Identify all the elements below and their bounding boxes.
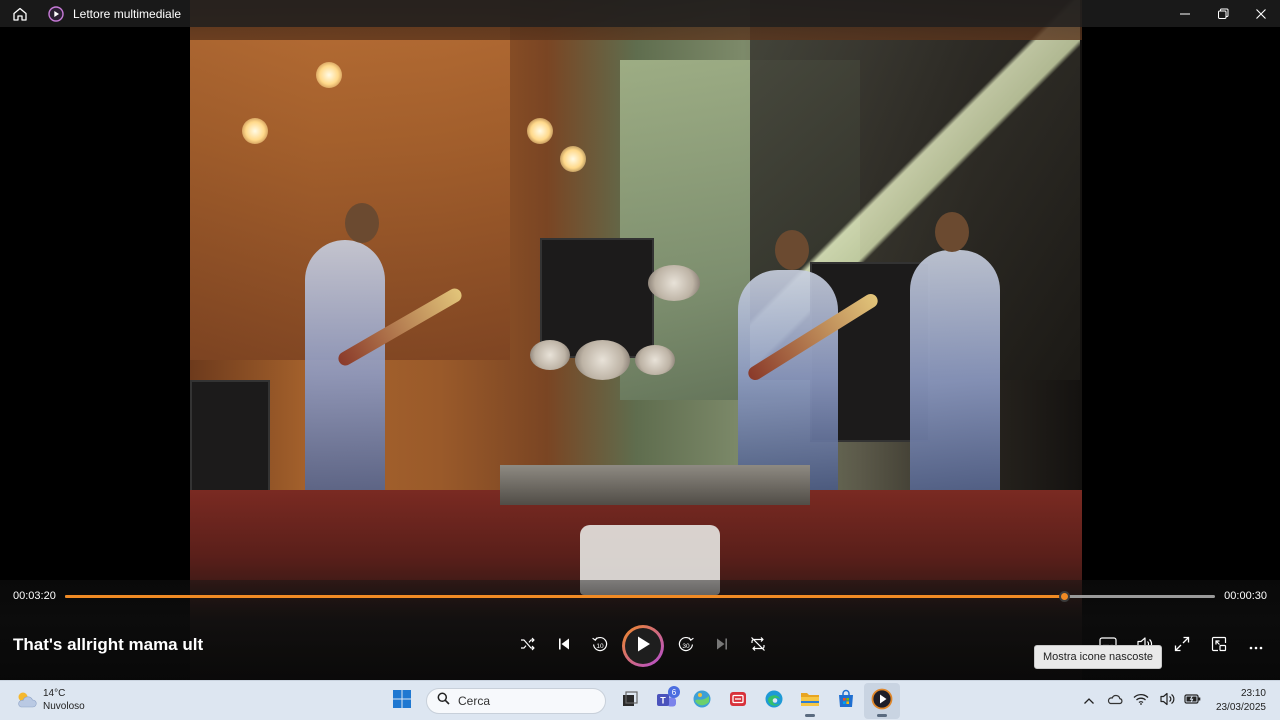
store-icon — [836, 689, 856, 714]
title-bar: Lettore multimediale — [0, 0, 1280, 27]
remaining-time[interactable]: 00:00:30 — [1224, 590, 1267, 602]
search-input[interactable] — [458, 694, 588, 708]
forward-30-icon: 30 — [677, 635, 695, 658]
weather-temp: 14°C — [43, 688, 66, 699]
close-button[interactable] — [1242, 0, 1280, 27]
active-indicator — [805, 714, 815, 717]
svg-text:30: 30 — [682, 643, 690, 650]
file-explorer-icon — [799, 689, 821, 714]
clock-date: 23/03/2025 — [1215, 702, 1266, 713]
search-icon — [437, 692, 450, 710]
onedrive-button[interactable] — [1102, 686, 1128, 716]
teams-button[interactable]: T 6 — [648, 683, 684, 719]
current-time: 00:03:20 — [13, 590, 56, 602]
clock-time: 23:10 — [1240, 688, 1266, 699]
next-button[interactable] — [704, 628, 740, 664]
tooltip: Mostra icone nascoste — [1034, 645, 1163, 669]
minimize-button[interactable] — [1166, 0, 1204, 27]
shuffle-icon — [520, 636, 536, 657]
news-icon — [728, 689, 748, 714]
speaker-icon — [1159, 692, 1175, 711]
media-player-icon — [871, 688, 893, 715]
taskbar-search[interactable] — [426, 688, 606, 714]
restore-button[interactable] — [1204, 0, 1242, 27]
fullscreen-icon — [1174, 636, 1190, 657]
next-icon — [714, 636, 730, 657]
previous-icon — [556, 636, 572, 657]
show-hidden-icons-button[interactable] — [1076, 686, 1102, 716]
media-title: That's allright mama ult — [13, 635, 204, 654]
svg-text:T: T — [660, 695, 666, 705]
system-tray: 23:10 23/03/2025 — [1076, 681, 1266, 720]
wifi-button[interactable] — [1128, 686, 1154, 716]
photos-icon — [692, 689, 712, 714]
miniplayer-button[interactable] — [1200, 628, 1237, 664]
taskbar-clock[interactable]: 23:10 23/03/2025 — [1216, 687, 1266, 715]
forward-30-button[interactable]: 30 — [668, 628, 704, 664]
svg-text:10: 10 — [596, 643, 604, 650]
onedrive-cloud-icon — [1107, 692, 1123, 710]
play-button[interactable] — [622, 625, 664, 667]
previous-button[interactable] — [546, 628, 582, 664]
file-explorer-button[interactable] — [792, 683, 828, 719]
play-icon — [635, 635, 651, 658]
weather-condition: Nuvoloso — [43, 701, 85, 712]
fullscreen-button[interactable] — [1163, 628, 1200, 664]
miniplayer-icon — [1211, 636, 1227, 657]
shuffle-button[interactable] — [510, 628, 546, 664]
edge-icon — [764, 689, 784, 714]
active-indicator — [877, 714, 887, 717]
chevron-up-icon — [1083, 692, 1095, 710]
media-player-app-icon — [48, 5, 64, 22]
rewind-10-icon: 10 — [591, 635, 609, 658]
battery-button[interactable] — [1180, 686, 1206, 716]
teams-badge: 6 — [668, 686, 680, 698]
taskbar-apps: T 6 — [384, 681, 900, 720]
cloudy-sun-icon — [14, 688, 38, 712]
video-surface[interactable] — [0, 0, 1280, 680]
home-icon[interactable] — [0, 0, 40, 27]
repeat-off-icon — [749, 635, 767, 658]
store-button[interactable] — [828, 683, 864, 719]
weather-widget[interactable]: 14°C Nuvoloso — [14, 687, 85, 713]
window-title: Lettore multimediale — [73, 6, 182, 21]
battery-charging-icon — [1184, 692, 1202, 710]
start-button[interactable] — [384, 683, 420, 719]
repeat-button[interactable] — [740, 628, 776, 664]
rewind-10-button[interactable]: 10 — [582, 628, 618, 664]
seek-bar[interactable] — [65, 591, 1215, 602]
more-options-button[interactable] — [1237, 628, 1274, 664]
taskbar: 14°C Nuvoloso Cerca T 6 23:10 23/03/2025 — [0, 680, 1280, 720]
wifi-icon — [1133, 692, 1149, 710]
video-frame — [190, 0, 1082, 680]
more-icon — [1249, 637, 1263, 655]
photos-button[interactable] — [684, 683, 720, 719]
edge-button[interactable] — [756, 683, 792, 719]
media-player-taskbar-button[interactable] — [864, 683, 900, 719]
transport-controls: 10 30 — [510, 624, 776, 668]
seek-progress — [65, 595, 1065, 598]
media-player-window: Lettore multimediale 00:03:20 00:00:30 T… — [0, 0, 1280, 720]
news-button[interactable] — [720, 683, 756, 719]
volume-tray-button[interactable] — [1154, 686, 1180, 716]
task-view-icon — [621, 690, 639, 713]
start-icon — [392, 689, 412, 714]
task-view-button[interactable] — [612, 683, 648, 719]
